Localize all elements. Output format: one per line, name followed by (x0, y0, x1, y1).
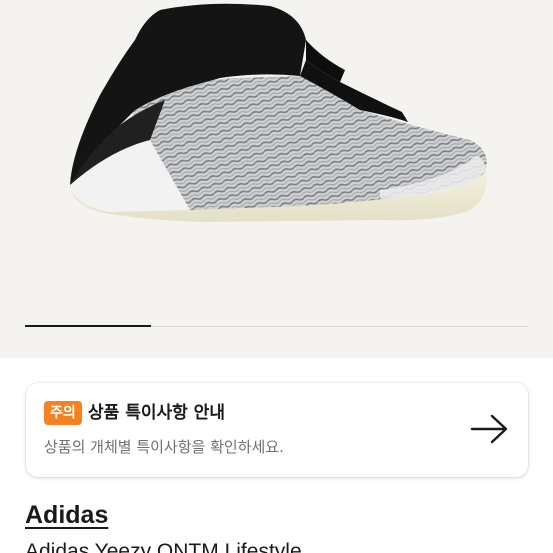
carousel-indicator-active (25, 325, 151, 327)
warning-badge: 주의 (44, 401, 82, 425)
product-notice-card[interactable]: 주의 상품 특이사항 안내 상품의 개체별 특이사항을 확인하세요. (26, 383, 528, 477)
product-image-area[interactable] (0, 0, 553, 358)
notice-title: 상품 특이사항 안내 (88, 403, 225, 423)
brand-link[interactable]: Adidas (25, 501, 108, 530)
sneaker-image (70, 3, 487, 222)
product-title: Adidas Yeezy QNTM Lifestyle (25, 540, 302, 553)
arrow-right-icon[interactable] (470, 413, 510, 445)
notice-description: 상품의 개체별 특이사항을 확인하세요. (44, 438, 284, 456)
